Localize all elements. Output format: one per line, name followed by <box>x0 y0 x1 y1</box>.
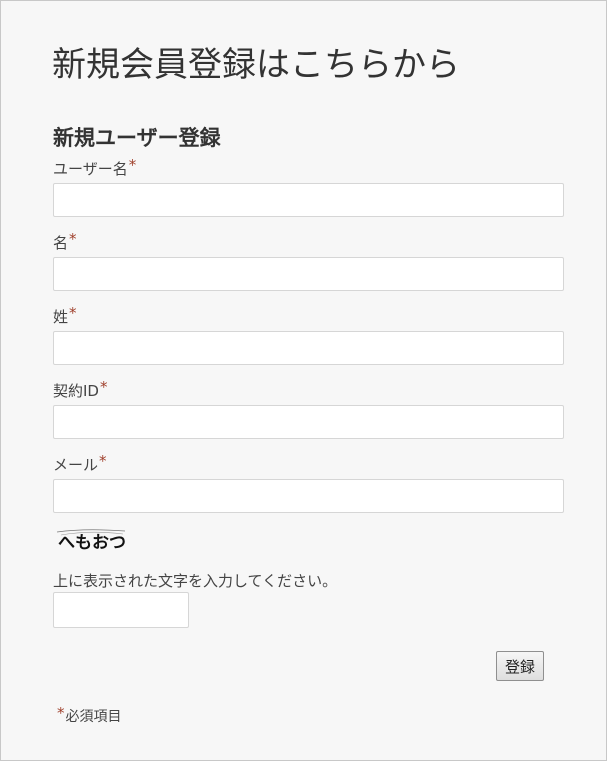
required-marker: * <box>57 704 65 722</box>
required-marker: * <box>69 230 77 248</box>
last-name-label: 姓* <box>53 304 77 327</box>
captcha-input[interactable] <box>53 592 189 628</box>
required-marker: * <box>99 452 107 470</box>
contract-id-input[interactable] <box>53 405 564 439</box>
required-marker: * <box>128 156 137 174</box>
contract-id-label-text: 契約ID <box>53 382 99 400</box>
captcha-text: へもおつ <box>58 533 126 553</box>
required-marker: * <box>69 304 77 322</box>
registration-panel: 新規会員登録はこちらから 新規ユーザー登録 ユーザー名* 名* 姓* 契約ID*… <box>0 0 607 761</box>
form-title: 新規ユーザー登録 <box>53 126 221 150</box>
email-label-text: メール <box>53 456 99 474</box>
captcha-instruction: 上に表示された文字を入力してください。 <box>53 572 338 590</box>
username-label-text: ユーザー名 <box>53 160 128 178</box>
email-label: メール* <box>53 452 107 475</box>
first-name-label: 名* <box>53 230 77 253</box>
page-title: 新規会員登録はこちらから <box>52 45 460 85</box>
username-label: ユーザー名* <box>53 156 137 179</box>
last-name-label-text: 姓 <box>53 308 69 326</box>
required-note: *必須項目 <box>57 704 122 726</box>
required-note-text: 必須項目 <box>65 709 122 725</box>
first-name-label-text: 名 <box>53 234 69 252</box>
username-input[interactable] <box>53 183 564 217</box>
contract-id-label: 契約ID* <box>53 378 108 401</box>
register-button[interactable]: 登録 <box>496 651 544 681</box>
last-name-input[interactable] <box>53 331 564 365</box>
email-input[interactable] <box>53 479 564 513</box>
required-marker: * <box>99 378 108 396</box>
captcha-image: へもおつ <box>56 529 126 553</box>
first-name-input[interactable] <box>53 257 564 291</box>
